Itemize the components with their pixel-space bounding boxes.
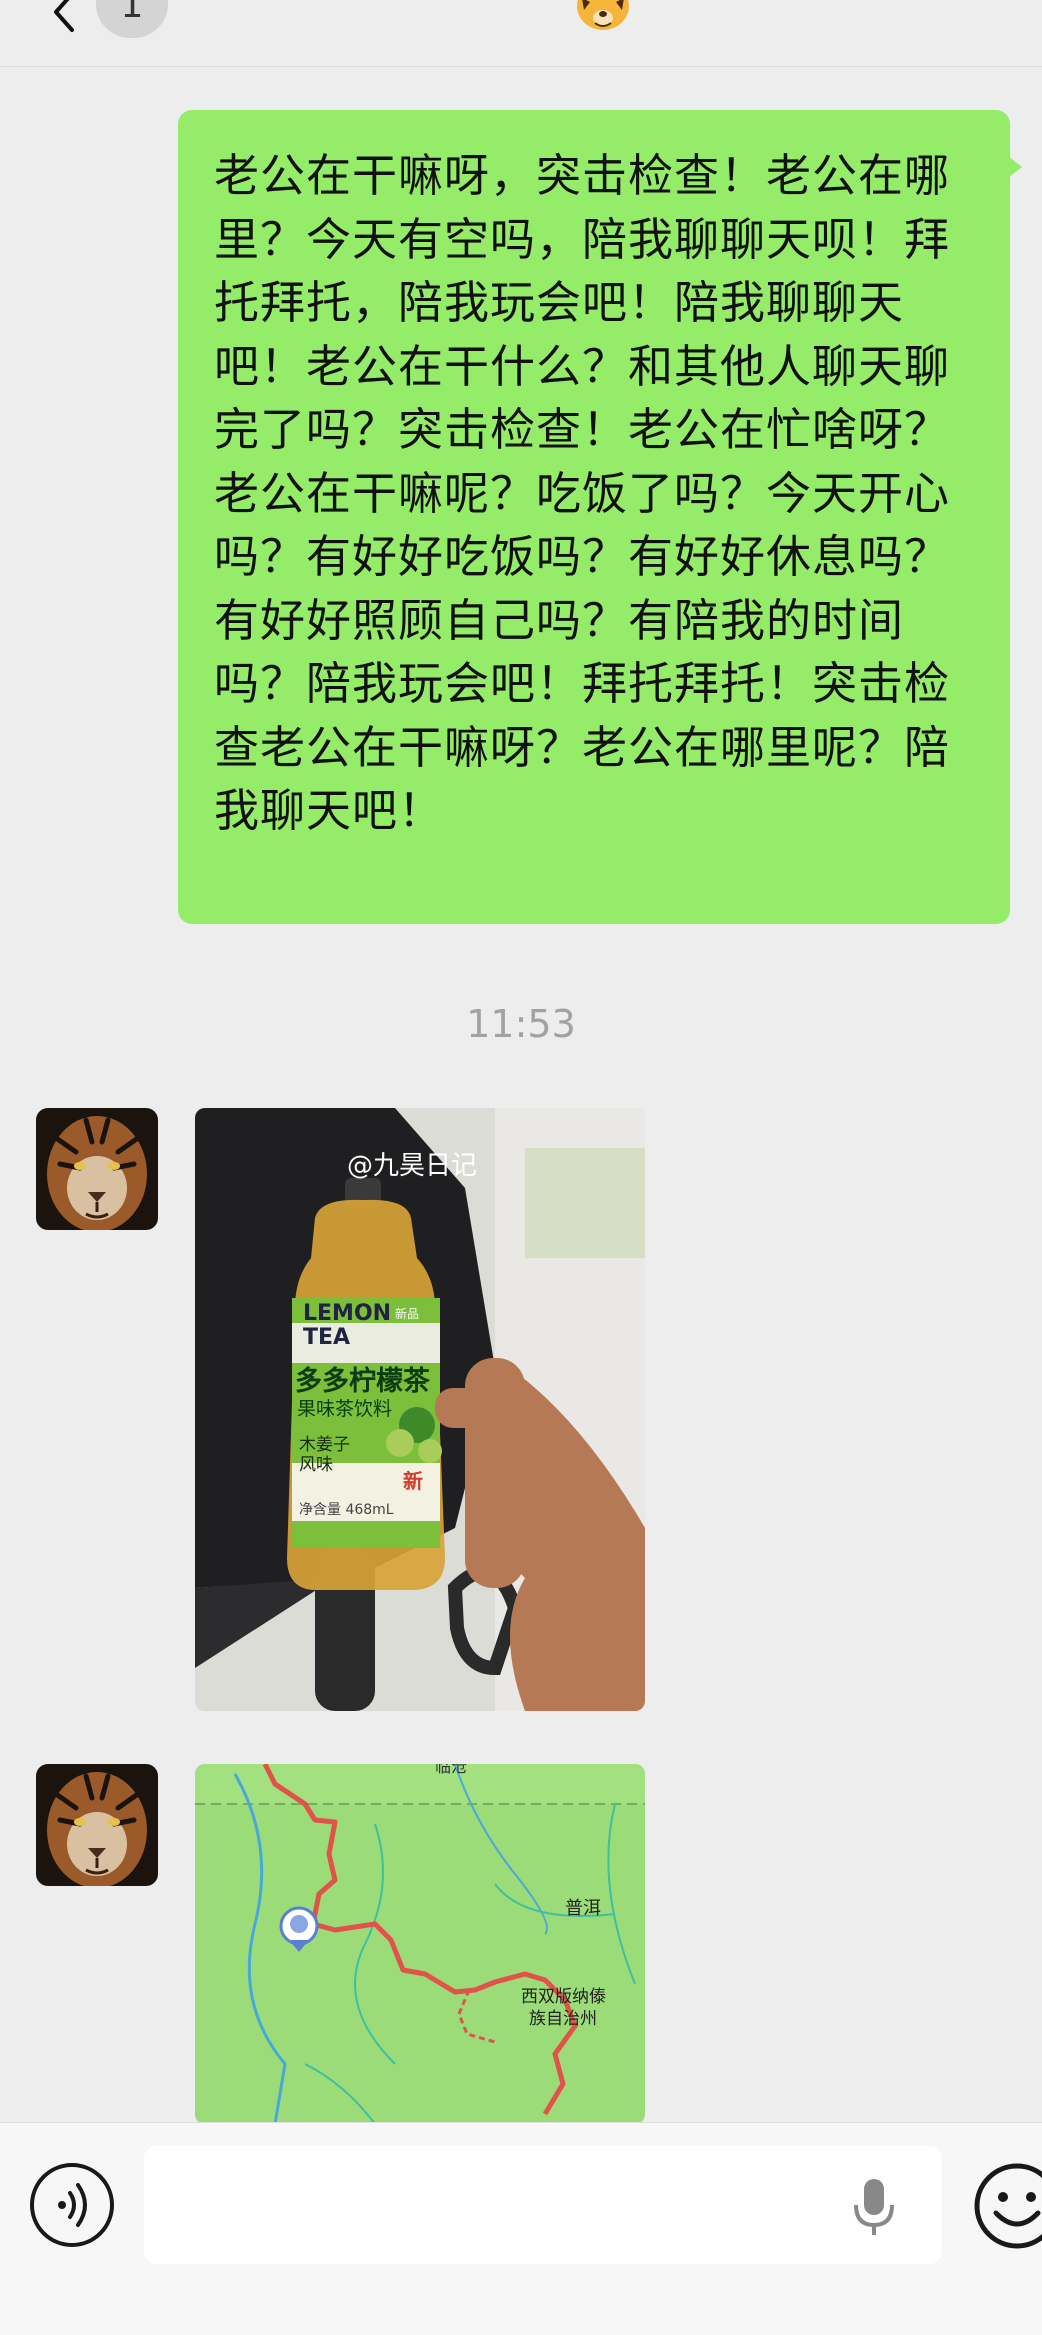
message-timestamp: 11:53	[466, 1002, 576, 1046]
bottle-tag: 新品	[395, 1306, 419, 1321]
back-chevron-icon[interactable]	[46, 0, 82, 36]
bottle-subtitle: 果味茶饮料	[297, 1398, 392, 1420]
contact-avatar[interactable]	[36, 1108, 158, 1230]
bottle-brand-line1: LEMON	[303, 1301, 391, 1326]
location-map-message[interactable]: 临沧 普洱 西双版纳傣 族自治州	[195, 1764, 645, 2124]
voice-wave-icon	[58, 2183, 87, 2227]
message-input[interactable]	[144, 2146, 942, 2264]
photo-watermark: @九昊日记	[347, 1151, 477, 1181]
map-image: 临沧 普洱 西双版纳傣 族自治州	[195, 1764, 645, 2124]
bottle-volume: 净含量 468mL	[299, 1502, 394, 1518]
bottle-brand-line2: TEA	[303, 1325, 350, 1350]
unread-count-badge[interactable]: 1	[96, 0, 168, 38]
map-top-label: 临沧	[435, 1764, 467, 1776]
voice-toggle-button[interactable]	[30, 2163, 114, 2247]
emoji-smile-icon[interactable]	[972, 2161, 1042, 2251]
bottle-name: 多多柠檬茶	[295, 1366, 431, 1397]
chat-input-bar	[0, 2122, 1042, 2335]
sent-message-bubble[interactable]: 老公在干嘛呀，突击检查！老公在哪里？今天有空吗，陪我聊聊天呗！拜托拜托，陪我玩会…	[178, 110, 1022, 924]
photo-message-lemon-tea[interactable]: @九昊日记 LEMON TEA 新品 多多柠檬茶 果味茶饮料 木姜子 风味 新 …	[195, 1108, 645, 1711]
map-city-label: 普洱	[565, 1898, 601, 1919]
sent-message-text: 老公在干嘛呀，突击检查！老公在哪里？今天有空吗，陪我聊聊天呗！拜托拜托，陪我玩会…	[214, 149, 951, 837]
microphone-icon[interactable]	[850, 2175, 898, 2239]
chat-header: 1	[0, 0, 1042, 67]
tiger-face-emoji	[577, 0, 629, 30]
lemon-tea-bottle-photo: @九昊日记 LEMON TEA 新品 多多柠檬茶 果味茶饮料 木姜子 风味 新 …	[195, 1108, 645, 1711]
tiger-avatar-image	[36, 1108, 158, 1230]
bottle-flavor-line1: 木姜子	[299, 1435, 350, 1455]
contact-avatar[interactable]	[36, 1764, 158, 1886]
bottle-new-label: 新	[403, 1469, 423, 1493]
unread-count: 1	[120, 0, 144, 26]
map-region-label-line2: 族自治州	[529, 2009, 597, 2029]
bottle-flavor-line2: 风味	[299, 1455, 333, 1475]
map-region-label-line1: 西双版纳傣	[521, 1987, 606, 2007]
tiger-avatar-image	[36, 1764, 158, 1886]
